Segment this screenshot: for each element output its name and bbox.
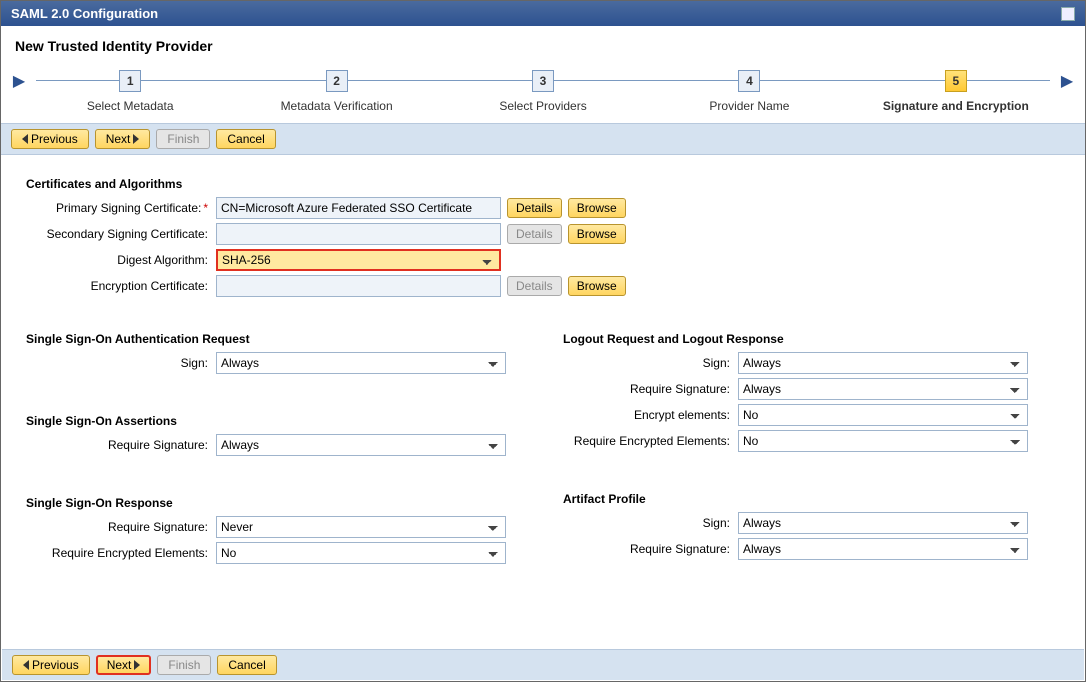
sso-auth-title: Single Sign-On Authentication Request bbox=[26, 332, 523, 346]
secondary-browse-button[interactable]: Browse bbox=[568, 224, 626, 244]
wizard-step-3[interactable]: 3 bbox=[532, 70, 554, 92]
previous-button-bottom[interactable]: Previous bbox=[12, 655, 90, 675]
logout-reqenc-select[interactable]: No bbox=[738, 430, 1028, 452]
artifact-reqsig-select[interactable]: Always bbox=[738, 538, 1028, 560]
wizard-label-4: Provider Name bbox=[646, 99, 852, 113]
triangle-left-icon bbox=[23, 660, 29, 670]
encryption-browse-button[interactable]: Browse bbox=[568, 276, 626, 296]
top-button-bar: Previous Next Finish Cancel bbox=[1, 123, 1085, 155]
wizard-end-arrow-icon: ▶ bbox=[1059, 71, 1075, 91]
logout-encel-label: Encrypt elements: bbox=[563, 408, 738, 422]
digest-label: Digest Algorithm: bbox=[26, 253, 216, 267]
form-content: Certificates and Algorithms Primary Sign… bbox=[1, 155, 1085, 635]
artifact-sign-select[interactable]: Always bbox=[738, 512, 1028, 534]
cancel-button[interactable]: Cancel bbox=[216, 129, 275, 149]
secondary-cert-input[interactable] bbox=[216, 223, 501, 245]
saml-config-window: SAML 2.0 Configuration New Trusted Ident… bbox=[0, 0, 1086, 682]
triangle-left-icon bbox=[22, 134, 28, 144]
logout-reqenc-label: Require Encrypted Elements: bbox=[563, 434, 738, 448]
finish-button: Finish bbox=[156, 129, 210, 149]
primary-details-button[interactable]: Details bbox=[507, 198, 562, 218]
finish-button-bottom: Finish bbox=[157, 655, 211, 675]
wizard-start-arrow-icon: ▶ bbox=[11, 71, 27, 91]
logout-reqsig-select[interactable]: Always bbox=[738, 378, 1028, 400]
previous-button[interactable]: Previous bbox=[11, 129, 89, 149]
triangle-right-icon bbox=[133, 134, 139, 144]
wizard-step-2[interactable]: 2 bbox=[326, 70, 348, 92]
primary-cert-input[interactable] bbox=[216, 197, 501, 219]
next-button-bottom[interactable]: Next bbox=[96, 655, 152, 675]
next-button[interactable]: Next bbox=[95, 129, 151, 149]
wizard-step-5[interactable]: 5 bbox=[945, 70, 967, 92]
logout-sign-label: Sign: bbox=[563, 356, 738, 370]
wizard-step-4[interactable]: 4 bbox=[738, 70, 760, 92]
sso-resp-reqsig-label: Require Signature: bbox=[26, 520, 216, 534]
sso-resp-reqsig-select[interactable]: Never bbox=[216, 516, 506, 538]
wizard-step-1[interactable]: 1 bbox=[119, 70, 141, 92]
bottom-button-bar: Previous Next Finish Cancel bbox=[2, 649, 1084, 680]
primary-browse-button[interactable]: Browse bbox=[568, 198, 626, 218]
logout-reqsig-label: Require Signature: bbox=[563, 382, 738, 396]
sso-assert-reqsig-label: Require Signature: bbox=[26, 438, 216, 452]
encryption-cert-label: Encryption Certificate: bbox=[26, 279, 216, 293]
logout-title: Logout Request and Logout Response bbox=[563, 332, 1060, 346]
triangle-right-icon bbox=[134, 660, 140, 670]
sso-resp-reqenc-label: Require Encrypted Elements: bbox=[26, 546, 216, 560]
window-control-icon[interactable] bbox=[1061, 7, 1075, 21]
logout-sign-select[interactable]: Always bbox=[738, 352, 1028, 374]
sso-assert-title: Single Sign-On Assertions bbox=[26, 414, 523, 428]
encryption-cert-input[interactable] bbox=[216, 275, 501, 297]
primary-cert-label: Primary Signing Certificate:* bbox=[26, 201, 216, 215]
window-title: SAML 2.0 Configuration bbox=[11, 6, 158, 21]
wizard-label-3: Select Providers bbox=[440, 99, 646, 113]
artifact-sign-label: Sign: bbox=[563, 516, 738, 530]
sso-resp-reqenc-select[interactable]: No bbox=[216, 542, 506, 564]
sso-auth-sign-select[interactable]: Always bbox=[216, 352, 506, 374]
artifact-reqsig-label: Require Signature: bbox=[563, 542, 738, 556]
digest-algorithm-select[interactable]: SHA-256 bbox=[216, 249, 501, 271]
artifact-title: Artifact Profile bbox=[563, 492, 1060, 506]
logout-encel-select[interactable]: No bbox=[738, 404, 1028, 426]
sso-assert-reqsig-select[interactable]: Always bbox=[216, 434, 506, 456]
wizard-label-1: Select Metadata bbox=[27, 99, 233, 113]
sso-auth-sign-label: Sign: bbox=[26, 356, 216, 370]
secondary-details-button: Details bbox=[507, 224, 562, 244]
wizard-nav: ▶ 1 2 3 4 5 ▶ Select Metadata Metadata V… bbox=[1, 62, 1085, 123]
page-title: New Trusted Identity Provider bbox=[1, 26, 1085, 62]
titlebar: SAML 2.0 Configuration bbox=[1, 1, 1085, 26]
encryption-details-button: Details bbox=[507, 276, 562, 296]
cancel-button-bottom[interactable]: Cancel bbox=[217, 655, 276, 675]
sso-resp-title: Single Sign-On Response bbox=[26, 496, 523, 510]
wizard-label-5: Signature and Encryption bbox=[853, 99, 1059, 113]
wizard-label-2: Metadata Verification bbox=[233, 99, 439, 113]
secondary-cert-label: Secondary Signing Certificate: bbox=[26, 227, 216, 241]
certs-group-title: Certificates and Algorithms bbox=[26, 177, 1060, 191]
